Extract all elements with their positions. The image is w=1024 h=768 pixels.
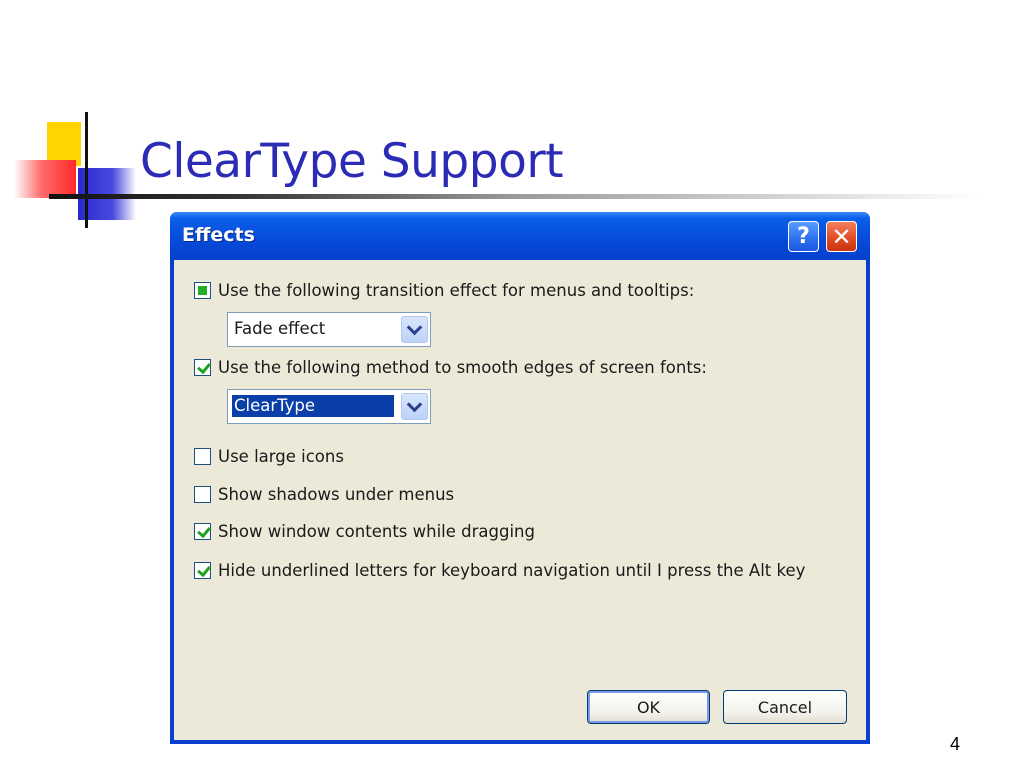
option-smooth-fonts[interactable]: Use the following method to smooth edges… — [194, 358, 707, 377]
transition-effect-label: Use the following transition effect for … — [218, 281, 695, 300]
menu-shadows-label: Show shadows under menus — [218, 485, 455, 504]
help-icon: ? — [797, 224, 810, 249]
transition-effect-dropdown-button[interactable] — [401, 316, 428, 343]
close-icon: ✕ — [831, 222, 852, 251]
page-number: 4 — [950, 734, 961, 754]
smooth-fonts-label: Use the following method to smooth edges… — [218, 358, 707, 377]
smoothing-method-dropdown-button[interactable] — [401, 393, 428, 420]
menu-shadows-checkbox[interactable] — [194, 486, 211, 503]
transition-effect-checkbox[interactable] — [194, 282, 211, 299]
option-transition-effect[interactable]: Use the following transition effect for … — [194, 281, 694, 300]
transition-effect-value: Fade effect — [234, 319, 326, 338]
slide-title: ClearType Support — [140, 134, 564, 189]
large-icons-label: Use large icons — [218, 447, 344, 466]
chevron-down-icon — [406, 396, 423, 413]
large-icons-checkbox[interactable] — [194, 448, 211, 465]
ok-button[interactable]: OK — [587, 690, 710, 724]
smoothing-method-dropdown[interactable]: ClearType — [227, 389, 431, 424]
hide-underlines-label: Hide underlined letters for keyboard nav… — [218, 561, 806, 580]
cancel-button[interactable]: Cancel — [723, 690, 847, 724]
window-contents-label: Show window contents while dragging — [218, 522, 535, 541]
decoration-red-square — [14, 160, 76, 198]
title-underline — [49, 194, 979, 199]
dialog-title: Effects — [182, 224, 255, 246]
effects-dialog: Effects ? ✕ Use the following transition… — [170, 212, 870, 744]
transition-effect-dropdown[interactable]: Fade effect — [227, 312, 431, 347]
smoothing-method-value: ClearType — [231, 394, 395, 418]
dialog-titlebar[interactable]: Effects ? ✕ — [170, 212, 870, 264]
hide-underlines-checkbox[interactable] — [194, 562, 211, 579]
help-button[interactable]: ? — [788, 221, 819, 252]
option-large-icons[interactable]: Use large icons — [194, 447, 344, 466]
option-menu-shadows[interactable]: Show shadows under menus — [194, 485, 454, 504]
option-hide-underlines[interactable]: Hide underlined letters for keyboard nav… — [194, 561, 805, 580]
dialog-body: Use the following transition effect for … — [174, 260, 866, 740]
window-contents-checkbox[interactable] — [194, 523, 211, 540]
close-button[interactable]: ✕ — [826, 221, 857, 252]
decoration-vertical-line — [85, 112, 88, 228]
smooth-fonts-checkbox[interactable] — [194, 359, 211, 376]
chevron-down-icon — [406, 319, 423, 336]
option-window-contents[interactable]: Show window contents while dragging — [194, 522, 535, 541]
